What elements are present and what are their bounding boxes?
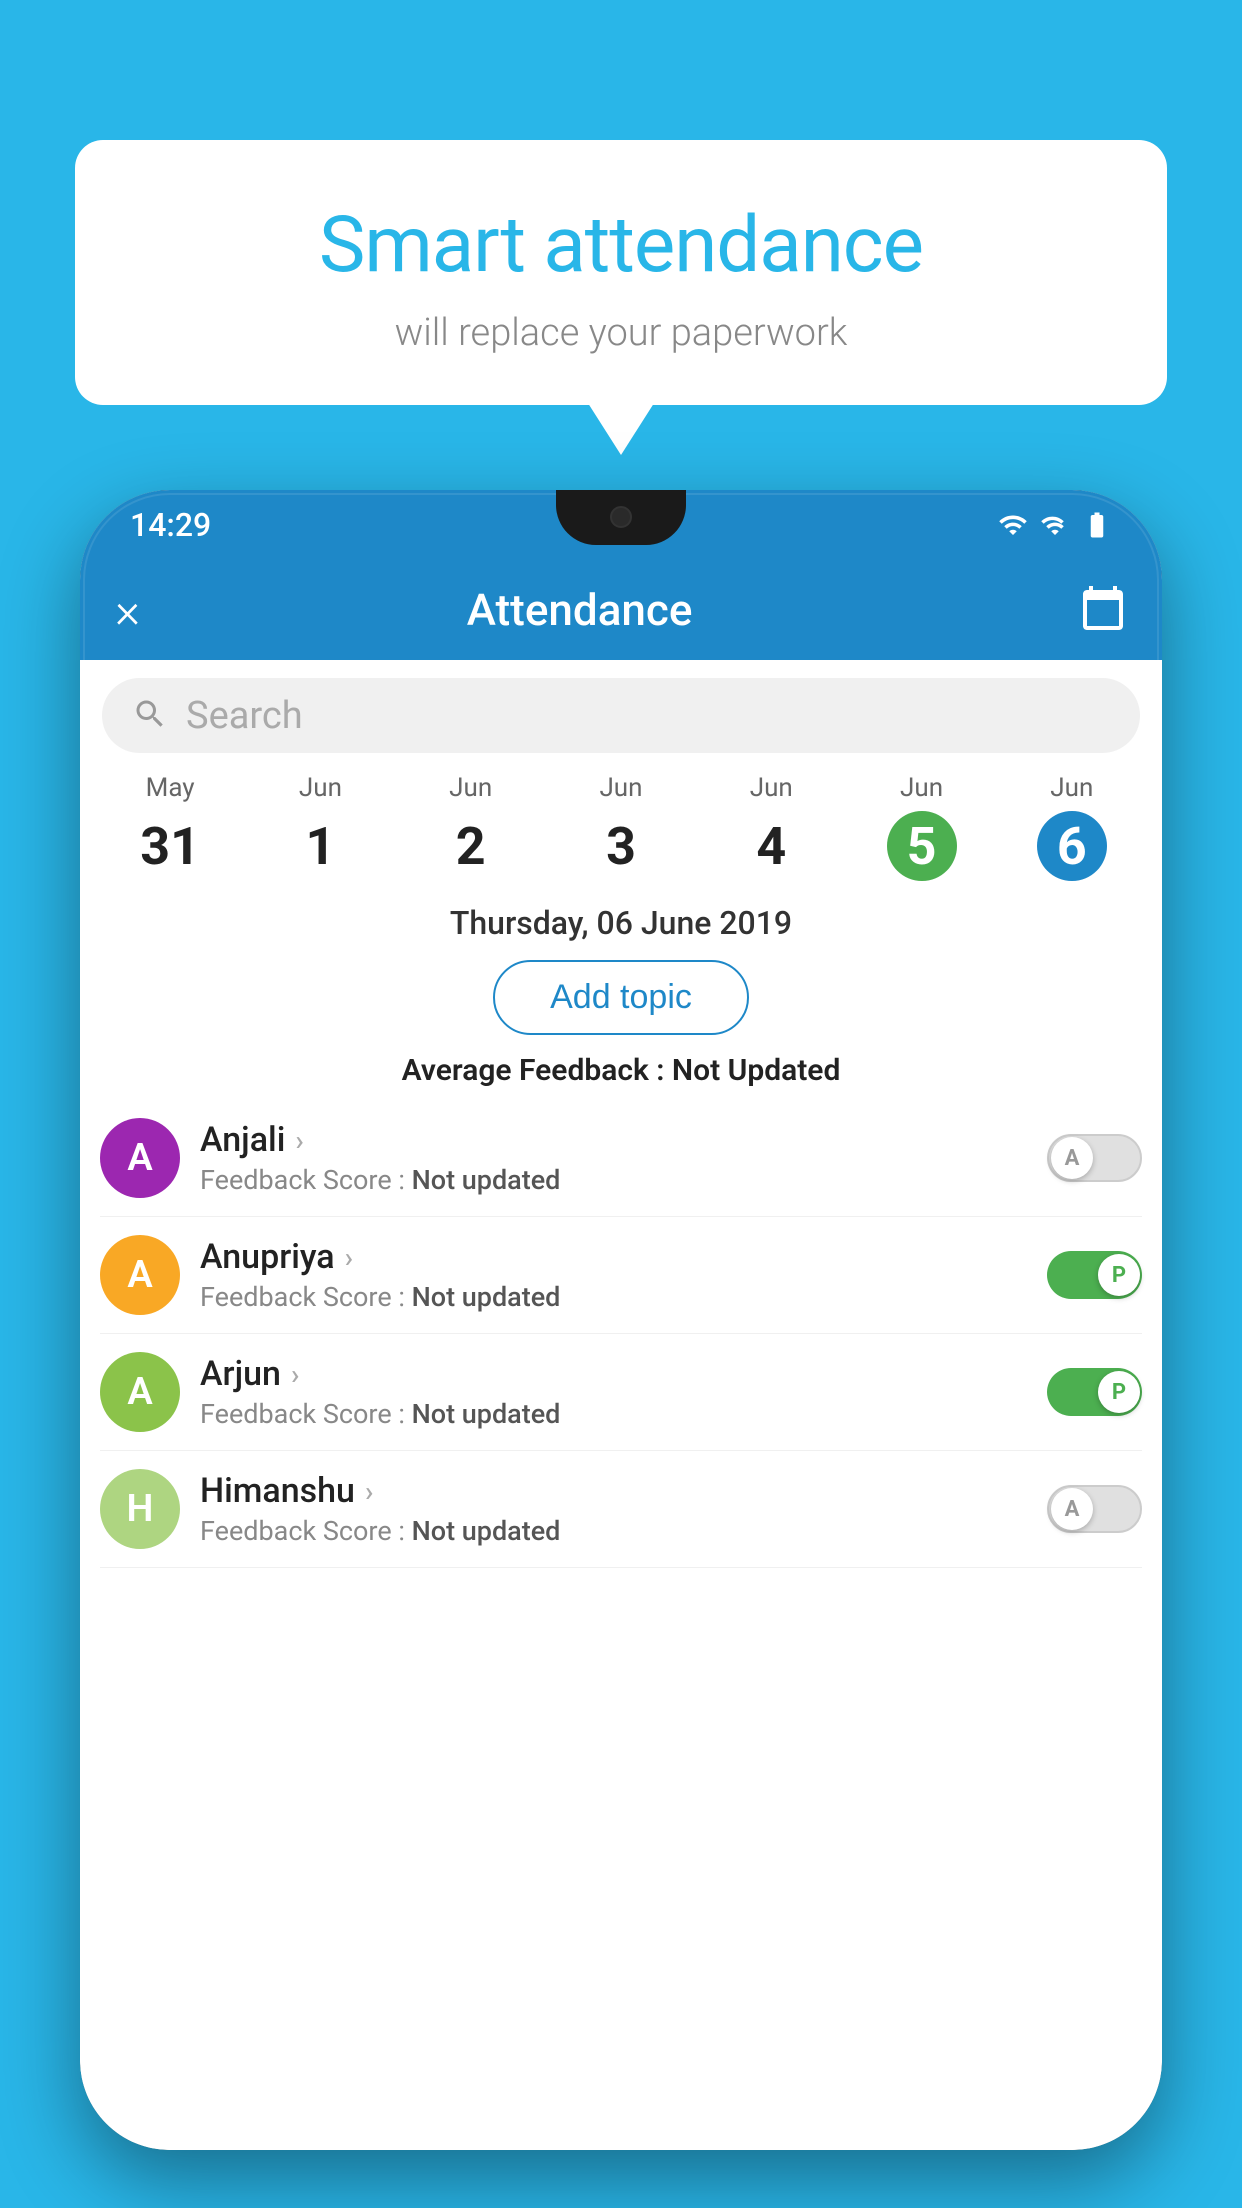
student-avatar: H <box>100 1469 180 1549</box>
bubble-title: Smart attendance <box>125 200 1117 291</box>
attendance-toggle[interactable]: A <box>1047 1485 1142 1533</box>
calendar-day-3[interactable]: Jun3 <box>546 773 696 881</box>
calendar-day-1[interactable]: Jun1 <box>245 773 395 881</box>
student-item-arjun[interactable]: A Arjun › Feedback Score : Not updated P <box>100 1334 1142 1451</box>
phone-container: 14:29 × Attendance <box>80 490 1162 2208</box>
calendar-day-2[interactable]: Jun2 <box>396 773 546 881</box>
app-title: Attendance <box>170 584 989 636</box>
chevron-icon: › <box>345 1241 353 1274</box>
bubble-subtitle: will replace your paperwork <box>125 311 1117 355</box>
calendar-day-4[interactable]: Jun4 <box>696 773 846 881</box>
app-bar: × Attendance <box>80 560 1162 660</box>
avg-feedback-label: Average Feedback : <box>402 1053 672 1088</box>
student-feedback: Feedback Score : Not updated <box>200 1398 1027 1430</box>
search-placeholder: Search <box>186 694 303 738</box>
toggle-knob: P <box>1098 1254 1140 1296</box>
status-icons <box>998 510 1112 540</box>
student-name: Arjun › <box>200 1354 1027 1394</box>
chevron-icon: › <box>295 1124 303 1157</box>
calendar-strip: May31Jun1Jun2Jun3Jun4Jun5Jun6 <box>80 753 1162 886</box>
phone-frame: 14:29 × Attendance <box>80 490 1162 2150</box>
feedback-value: Not updated <box>412 1398 561 1430</box>
search-bar[interactable]: Search <box>102 678 1140 753</box>
feedback-value: Not updated <box>412 1515 561 1547</box>
feedback-value: Not updated <box>412 1164 561 1196</box>
attendance-toggle[interactable]: A <box>1047 1134 1142 1182</box>
front-camera <box>610 506 632 528</box>
student-name: Anupriya › <box>200 1237 1027 1277</box>
speech-bubble: Smart attendance will replace your paper… <box>75 140 1167 405</box>
app-content: Search May31Jun1Jun2Jun3Jun4Jun5Jun6 Thu… <box>80 660 1162 2150</box>
selected-date-label: Thursday, 06 June 2019 <box>80 904 1162 942</box>
attendance-toggle[interactable]: P <box>1047 1251 1142 1299</box>
student-avatar: A <box>100 1235 180 1315</box>
student-info: Himanshu › Feedback Score : Not updated <box>200 1471 1027 1547</box>
attendance-toggle[interactable]: P <box>1047 1368 1142 1416</box>
student-name: Himanshu › <box>200 1471 1027 1511</box>
wifi-icon <box>998 510 1028 540</box>
student-info: Anupriya › Feedback Score : Not updated <box>200 1237 1027 1313</box>
add-topic-button[interactable]: Add topic <box>493 960 749 1035</box>
student-feedback: Feedback Score : Not updated <box>200 1164 1027 1196</box>
avg-feedback-value: Not Updated <box>672 1053 840 1088</box>
student-info: Anjali › Feedback Score : Not updated <box>200 1120 1027 1196</box>
student-avatar: A <box>100 1118 180 1198</box>
search-icon <box>132 696 168 736</box>
student-avatar: A <box>100 1352 180 1432</box>
calendar-day-31[interactable]: May31 <box>95 773 245 881</box>
student-list: AAnjali ›Feedback Score : Not updatedAAA… <box>80 1100 1162 1568</box>
calendar-day-6[interactable]: Jun6 <box>997 773 1147 881</box>
student-feedback: Feedback Score : Not updated <box>200 1281 1027 1313</box>
status-time: 14:29 <box>130 506 211 544</box>
toggle-knob: A <box>1051 1488 1093 1530</box>
notch <box>556 490 686 545</box>
chevron-icon: › <box>365 1475 373 1508</box>
student-name: Anjali › <box>200 1120 1027 1160</box>
battery-icon <box>1082 510 1112 540</box>
student-item-anjali[interactable]: A Anjali › Feedback Score : Not updated A <box>100 1100 1142 1217</box>
student-feedback: Feedback Score : Not updated <box>200 1515 1027 1547</box>
close-button[interactable]: × <box>115 582 140 639</box>
avg-feedback: Average Feedback : Not Updated <box>80 1053 1162 1088</box>
student-info: Arjun › Feedback Score : Not updated <box>200 1354 1027 1430</box>
signal-icon <box>1040 510 1070 540</box>
chevron-icon: › <box>291 1358 299 1391</box>
calendar-icon-button[interactable] <box>1079 584 1127 636</box>
student-item-anupriya[interactable]: A Anupriya › Feedback Score : Not updated P <box>100 1217 1142 1334</box>
screen: 14:29 × Attendance <box>80 490 1162 2150</box>
toggle-knob: P <box>1098 1371 1140 1413</box>
feedback-value: Not updated <box>412 1281 561 1313</box>
calendar-day-5[interactable]: Jun5 <box>846 773 996 881</box>
student-item-himanshu[interactable]: H Himanshu › Feedback Score : Not updated A <box>100 1451 1142 1568</box>
toggle-knob: A <box>1051 1137 1093 1179</box>
speech-bubble-container: Smart attendance will replace your paper… <box>75 140 1167 405</box>
